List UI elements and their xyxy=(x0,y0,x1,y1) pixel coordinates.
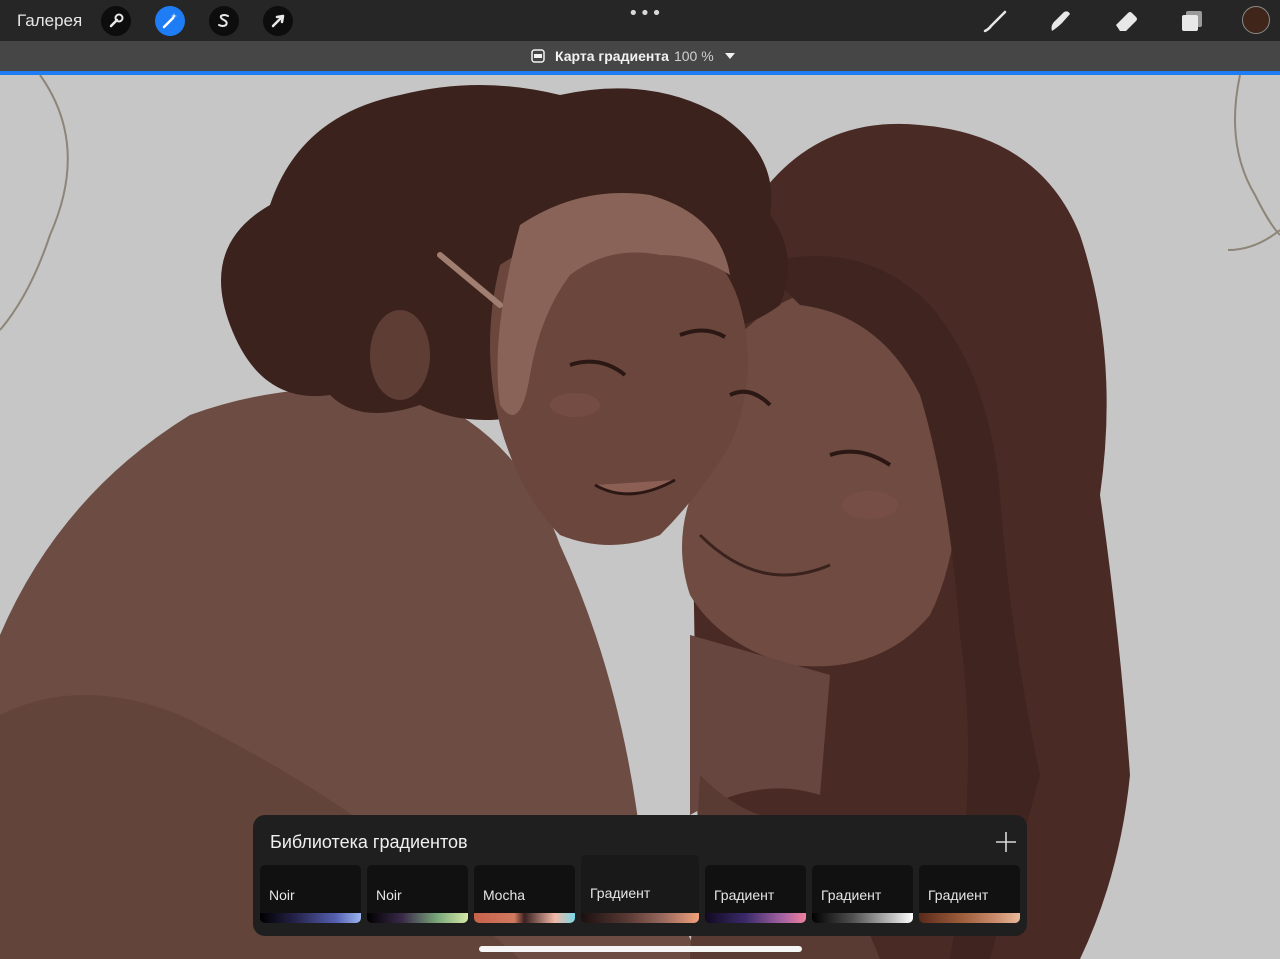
gradient-card-selected[interactable]: Градиент xyxy=(581,855,699,923)
gradient-card-label: Mocha xyxy=(483,887,526,903)
gradient-preview-bar xyxy=(474,913,575,923)
gradient-card-label: Noir xyxy=(376,887,402,903)
gradient-card-label: Градиент xyxy=(821,887,882,903)
gradient-card-noir-1[interactable]: Noir xyxy=(260,865,361,923)
layers-button[interactable] xyxy=(1178,7,1206,35)
transform-arrow-icon xyxy=(271,14,285,28)
gradient-preview-bar xyxy=(919,913,1020,923)
gradient-preview-bar xyxy=(367,913,468,923)
eraser-icon xyxy=(1116,12,1137,31)
smudge-icon xyxy=(1051,11,1070,31)
gradient-card-gradient-4[interactable]: Градиент xyxy=(919,865,1020,923)
brush-tool-button[interactable] xyxy=(981,7,1009,35)
selection-s-icon xyxy=(218,14,229,27)
gradient-map-icon xyxy=(531,49,545,63)
brush-icon xyxy=(983,10,1007,33)
gradient-card-label: Noir xyxy=(269,887,295,903)
layers-icon xyxy=(1182,11,1202,31)
gradient-card-noir-2[interactable]: Noir xyxy=(367,865,468,923)
adjustment-name: Карта градиента xyxy=(555,48,669,64)
wrench-icon xyxy=(109,13,124,28)
chevron-down-icon xyxy=(724,53,735,59)
color-picker-swatch[interactable] xyxy=(1242,6,1270,34)
adjustment-active-indicator xyxy=(0,71,1280,75)
gradient-card-gradient-2[interactable]: Градиент xyxy=(705,865,806,923)
gradient-card-mocha[interactable]: Mocha xyxy=(474,865,575,923)
actions-wrench-button[interactable] xyxy=(101,6,131,36)
transform-arrow-button[interactable] xyxy=(263,6,293,36)
gradient-preview-bar xyxy=(260,913,361,923)
gradient-preview-bar xyxy=(581,913,699,923)
gradient-library-panel: Библиотека градиентов Noir Noir Mocha Гр… xyxy=(253,815,1027,936)
top-toolbar: Галерея ••• xyxy=(0,0,1280,41)
more-options-icon[interactable]: ••• xyxy=(628,3,663,24)
eraser-tool-button[interactable] xyxy=(1112,7,1140,35)
gradient-library-title: Библиотека градиентов xyxy=(270,832,468,852)
magic-wand-icon xyxy=(162,13,177,29)
gradient-card-gradient-3[interactable]: Градиент xyxy=(812,865,913,923)
home-indicator[interactable] xyxy=(479,946,802,952)
adjustments-magic-wand-button[interactable] xyxy=(155,6,185,36)
gradient-preview-bar xyxy=(812,913,913,923)
selection-button[interactable] xyxy=(209,6,239,36)
gradient-card-label: Градиент xyxy=(714,887,775,903)
gallery-button[interactable]: Галерея xyxy=(17,11,82,31)
adjustment-percent: 100 % xyxy=(673,48,714,64)
gradient-card-label: Градиент xyxy=(928,887,989,903)
gradient-card-label: Градиент xyxy=(590,885,651,901)
gradient-preview-bar xyxy=(705,913,806,923)
add-gradient-plus-icon[interactable] xyxy=(994,830,1018,854)
adjustment-selector[interactable]: Карта градиента 100 % xyxy=(531,48,735,64)
smudge-tool-button[interactable] xyxy=(1046,7,1074,35)
